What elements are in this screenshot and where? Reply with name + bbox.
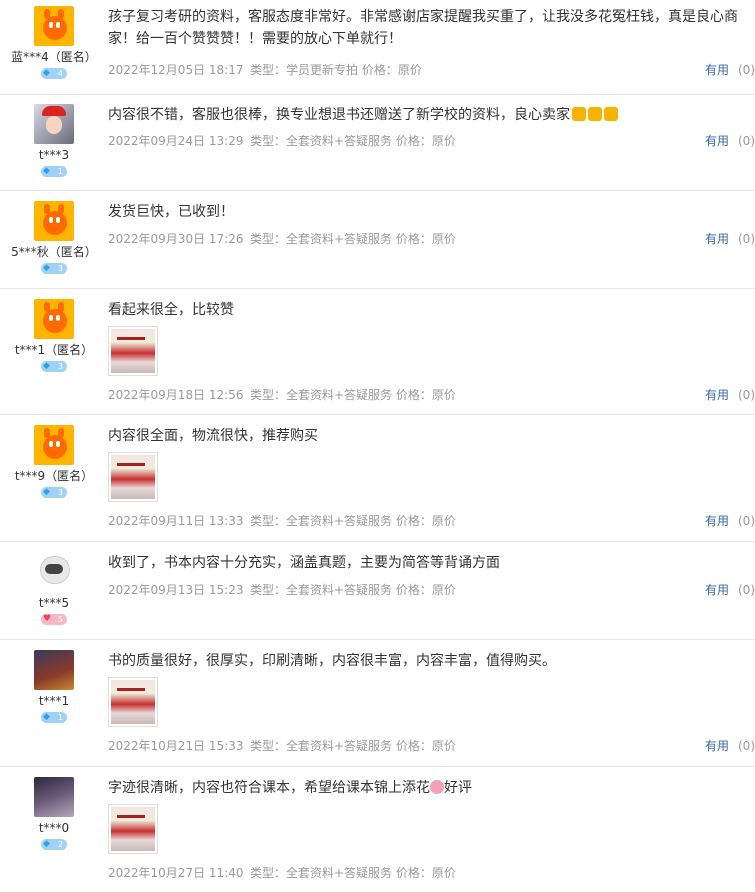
useful-button[interactable]: 有用 [705, 737, 729, 755]
user-level-badge: ◆ 1 [41, 712, 67, 723]
diamond-icon: ◆ [43, 487, 50, 497]
user-level-badge: ◆ 4 [41, 68, 67, 79]
useful-count: (0) [738, 388, 755, 402]
avatar[interactable] [34, 299, 74, 339]
user-level-badge: ♥ 5 [41, 614, 67, 625]
review-photo[interactable] [108, 804, 158, 854]
reviewer-name: t***3 [38, 148, 70, 162]
diamond-icon: ◆ [43, 361, 50, 371]
review-item: t***9（匿名） ◆ 3 内容很全面，物流很快，推荐购买 2022年09月11日… [0, 415, 755, 542]
thumbs-up-icon [604, 107, 618, 121]
review-text: 字迹很清晰，内容也符合课本，希望给课本锦上添花 好评 [108, 780, 472, 796]
review-item: t***3 ◆ 1 内容很不错，客服也很棒，换专业想退书还赠送了新学校的资料，良心… [0, 95, 755, 191]
reviewer-name: t***1 [38, 694, 70, 708]
useful-button[interactable]: 有用 [705, 386, 729, 404]
review-date: 2022年09月24日 13:29 [108, 134, 244, 148]
review-date: 2022年10月27日 11:40 [108, 866, 244, 880]
review-item: 5***秋（匿名） ◆ 3 发货巨快，已收到！ 2022年09月30日 17:26… [0, 191, 755, 289]
useful-button[interactable]: 有用 [705, 61, 729, 79]
useful-button[interactable]: 有用 [705, 512, 729, 530]
avatar[interactable] [34, 201, 74, 241]
useful-count: (0) [738, 583, 755, 597]
diamond-icon: ◆ [43, 839, 50, 849]
avatar[interactable] [34, 6, 74, 46]
reviewer: t***9（匿名） ◆ 3 [0, 425, 108, 502]
diamond-icon: ◆ [43, 166, 50, 176]
reviewer: t***3 ◆ 1 [0, 104, 108, 181]
diamond-icon: ◆ [43, 68, 50, 78]
review-text: 看起来很全，比较赞 [108, 302, 234, 318]
review-sku-type: 类型：全套资料+答疑服务 价格：原价 [250, 583, 456, 597]
review-text: 收到了，书本内容十分充实，涵盖真题，主要为简答等背诵方面 [108, 555, 500, 571]
useful-count: (0) [738, 514, 755, 528]
useful-count: (0) [738, 739, 755, 753]
useful-count: (0) [738, 232, 755, 246]
user-level-badge: ◆ 3 [41, 487, 67, 498]
useful-button[interactable]: 有用 [705, 581, 729, 599]
avatar[interactable] [34, 425, 74, 465]
reviewer: t***0 ◆ 2 [0, 777, 108, 854]
review-text: 书的质量很好，很厚实，印刷清晰，内容很丰富，内容丰富，值得购买。 [108, 653, 556, 669]
thumbs-up-icon [588, 107, 602, 121]
review-text: 孩子复习考研的资料，客服态度非常好。非常感谢店家提醒我买重了，让我没多花冤枉钱，… [108, 9, 738, 47]
reviewer: t***1 ◆ 1 [0, 650, 108, 727]
review-sku-type: 类型：全套资料+答疑服务 价格：原价 [250, 866, 456, 880]
review-text: 内容很不错，客服也很棒，换专业想退书还赠送了新学校的资料，良心卖家 [108, 104, 755, 126]
review-photo[interactable] [108, 326, 158, 376]
useful-button[interactable]: 有用 [705, 230, 729, 248]
review-text: 发货巨快，已收到！ [108, 204, 234, 220]
review-photo[interactable] [108, 452, 158, 502]
user-level-badge: ◆ 2 [41, 839, 67, 850]
reviewer-name: 蓝***4（匿名） [11, 50, 97, 64]
useful-button[interactable]: 有用 [705, 132, 729, 150]
review-item: t***1（匿名） ◆ 3 看起来很全，比较赞 2022年09月18日 12:56… [0, 289, 755, 415]
review-date: 2022年09月18日 12:56 [108, 388, 244, 402]
reviewer-name: t***0 [38, 821, 70, 835]
user-level-badge: ◆ 3 [41, 361, 67, 372]
flower-icon [430, 780, 444, 794]
review-sku-type: 类型：全套资料+答疑服务 价格：原价 [250, 388, 456, 402]
reviewer-name: t***5 [38, 596, 70, 610]
review-item: 蓝***4（匿名） ◆ 4 孩子复习考研的资料，客服态度非常好。非常感谢店家提醒我… [0, 0, 755, 95]
review-sku-type: 类型：全套资料+答疑服务 价格：原价 [250, 232, 456, 246]
diamond-icon: ◆ [43, 712, 50, 722]
review-date: 2022年09月13日 15:23 [108, 583, 244, 597]
review-list: 蓝***4（匿名） ◆ 4 孩子复习考研的资料，客服态度非常好。非常感谢店家提醒我… [0, 0, 755, 892]
reviewer-name: t***1（匿名） [14, 343, 94, 357]
user-level-badge: ◆ 3 [41, 263, 67, 274]
avatar[interactable] [34, 552, 74, 592]
review-sku-type: 类型：全套资料+答疑服务 价格：原价 [250, 134, 456, 148]
review-date: 2022年09月30日 17:26 [108, 232, 244, 246]
user-level-badge: ◆ 1 [41, 166, 67, 177]
reviewer-name: 5***秋（匿名） [11, 245, 97, 259]
useful-count: (0) [738, 63, 755, 77]
review-sku-type: 类型：全套资料+答疑服务 价格：原价 [250, 739, 456, 753]
review-date: 2022年12月05日 18:17 [108, 63, 244, 77]
review-date: 2022年10月21日 15:33 [108, 739, 244, 753]
review-photo[interactable] [108, 677, 158, 727]
review-date: 2022年09月11日 13:33 [108, 514, 244, 528]
review-sku-type: 类型：全套资料+答疑服务 价格：原价 [250, 514, 456, 528]
avatar[interactable] [34, 777, 74, 817]
reviewer: 蓝***4（匿名） ◆ 4 [0, 6, 108, 83]
review-item: t***5 ♥ 5 收到了，书本内容十分充实，涵盖真题，主要为简答等背诵方面 20… [0, 542, 755, 640]
reviewer: t***1（匿名） ◆ 3 [0, 299, 108, 376]
useful-count: (0) [738, 134, 755, 148]
thumbs-up-icon [572, 107, 586, 121]
avatar[interactable] [34, 104, 74, 144]
review-item: t***0 ◆ 2 字迹很清晰，内容也符合课本，希望给课本锦上添花 好评 2022年… [0, 767, 755, 892]
review-text: 内容很全面，物流很快，推荐购买 [108, 428, 318, 444]
review-sku-type: 类型：学员更新专拍 价格：原价 [250, 63, 422, 77]
reviewer: t***5 ♥ 5 [0, 552, 108, 629]
reviewer-name: t***9（匿名） [14, 469, 94, 483]
review-item: t***1 ◆ 1 书的质量很好，很厚实，印刷清晰，内容很丰富，内容丰富，值得购买… [0, 640, 755, 767]
avatar[interactable] [34, 650, 74, 690]
diamond-icon: ◆ [43, 263, 50, 273]
heart-icon: ♥ [43, 614, 52, 624]
reviewer: 5***秋（匿名） ◆ 3 [0, 201, 108, 278]
